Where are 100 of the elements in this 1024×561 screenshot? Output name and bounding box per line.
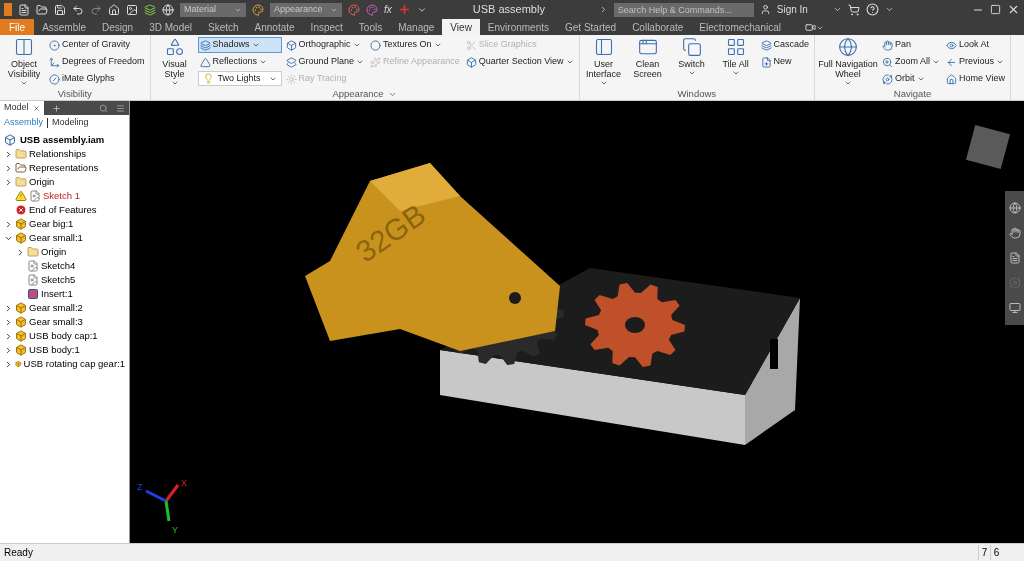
ribbon-button[interactable]: Orthographic — [283, 37, 367, 53]
close-icon[interactable] — [32, 104, 40, 112]
ribbon-button[interactable]: Reflections — [197, 54, 282, 70]
ribbon-tab[interactable]: Sketch — [200, 19, 247, 35]
browser-tab[interactable]: Model — [0, 101, 44, 115]
ribbon-button[interactable]: Shadows — [197, 37, 282, 53]
monitor-icon[interactable] — [1008, 302, 1021, 315]
caret-icon[interactable] — [884, 5, 894, 14]
tree-item[interactable]: Representations — [29, 160, 99, 176]
expand-icon[interactable] — [4, 163, 13, 173]
expand-icon[interactable] — [4, 331, 13, 341]
ribbon-button[interactable]: Full Navigation Wheel — [818, 37, 879, 87]
ribbon-tab[interactable]: Annotate — [246, 19, 303, 35]
tree-item[interactable]: USB rotating cap gear:1 — [23, 356, 125, 372]
ribbon-button[interactable]: Quarter Section View — [463, 54, 576, 70]
help-icon[interactable] — [865, 3, 879, 16]
ribbon-tab[interactable]: Get Started — [557, 19, 625, 35]
ribbon-tab[interactable]: Design — [94, 19, 142, 35]
expand-icon[interactable] — [4, 359, 13, 369]
insert-icon — [27, 288, 39, 300]
lights-dropdown[interactable]: Two Lights — [197, 71, 282, 86]
palette-icon[interactable] — [348, 3, 360, 16]
sign-in-link[interactable]: Sign In — [776, 2, 827, 17]
close-icon[interactable] — [1007, 3, 1020, 16]
ribbon-button[interactable]: Zoom All — [880, 54, 943, 70]
ribbon-tab[interactable]: Collaborate — [624, 19, 692, 35]
tree-item[interactable]: Gear big:1 — [29, 216, 74, 232]
expand-icon[interactable] — [4, 177, 13, 187]
expand-icon[interactable] — [4, 149, 13, 159]
redo-icon[interactable] — [90, 3, 102, 16]
ribbon-button[interactable]: Orbit — [880, 71, 943, 87]
ribbon-tab[interactable]: Electromechanical — [691, 19, 789, 35]
ribbon-button[interactable]: Object Visibility — [3, 37, 45, 87]
image-icon[interactable] — [126, 3, 138, 16]
hand-icon[interactable] — [1008, 226, 1021, 239]
undo-icon[interactable] — [72, 3, 84, 16]
tree-item[interactable]: USB body:1 — [29, 342, 80, 358]
maximize-icon[interactable] — [990, 4, 1001, 15]
expand-icon[interactable] — [4, 219, 13, 229]
tree-item[interactable]: Origin — [29, 174, 55, 190]
tree-item[interactable]: End of Features — [29, 202, 97, 218]
ribbon-button[interactable]: Look At — [944, 37, 1007, 53]
home-icon[interactable] — [108, 3, 120, 16]
tree-item[interactable]: Sketch 1 — [43, 188, 80, 204]
ribbon-tab[interactable]: Tools — [350, 19, 391, 35]
layers-icon[interactable] — [144, 3, 156, 16]
tree-item[interactable]: Gear small:3 — [29, 314, 83, 330]
cart-icon[interactable] — [847, 3, 860, 16]
expand-icon[interactable] — [4, 345, 13, 355]
ribbon-tab[interactable]: Inspect — [302, 19, 351, 35]
ribbon-button[interactable]: Previous — [944, 54, 1007, 70]
palette-icon[interactable] — [366, 3, 378, 16]
palette-icon[interactable] — [252, 3, 264, 16]
tree-item[interactable]: Insert:1 — [41, 286, 73, 302]
ribbon-tab[interactable]: Manage — [390, 19, 443, 35]
menu-icon[interactable] — [116, 103, 125, 113]
save-icon[interactable] — [54, 3, 66, 16]
expand-icon[interactable] — [16, 247, 25, 257]
mode-tab[interactable]: Modeling — [52, 116, 89, 130]
ribbon-button[interactable]: Visual Style — [153, 37, 196, 87]
ribbon-button[interactable]: Ground Plane — [283, 54, 367, 70]
ribbon-button[interactable]: Cascade — [758, 37, 812, 53]
ribbon-button[interactable]: Switch — [670, 37, 713, 77]
ribbon-tab[interactable]: 3D Model — [141, 19, 200, 35]
search-field[interactable]: Search Help & Commands... — [613, 2, 754, 17]
expand-icon[interactable] — [4, 317, 13, 327]
ribbon-tab[interactable]: View — [442, 19, 480, 35]
tree-root[interactable]: USB assembly.iam — [20, 132, 105, 148]
ribbon-button[interactable]: Clean Screen — [626, 37, 669, 79]
globe-icon[interactable] — [162, 3, 174, 16]
ribbon-button[interactable]: Textures On — [368, 37, 462, 53]
ribbon-button[interactable]: New — [758, 54, 812, 70]
plus-icon[interactable] — [397, 3, 411, 16]
ribbon-tab[interactable]: Environments — [479, 19, 557, 35]
ribbon-button[interactable]: iMate Glyphs — [47, 71, 147, 87]
function-button[interactable]: fx — [384, 2, 392, 17]
tree-item[interactable]: Relationships — [29, 146, 87, 162]
new-file-icon[interactable] — [18, 3, 30, 16]
expand-icon[interactable] — [4, 303, 13, 313]
ribbon-button[interactable]: Degrees of Freedom — [47, 54, 147, 70]
wheel-icon[interactable] — [1008, 201, 1021, 214]
ribbon-tab[interactable]: Assemble — [34, 19, 95, 35]
ribbon-button[interactable]: User Interface — [582, 37, 625, 87]
search-icon[interactable] — [99, 103, 108, 113]
tree-item[interactable]: Sketch4 — [41, 258, 76, 274]
ribbon-button[interactable]: Tile All — [714, 37, 757, 77]
open-icon[interactable] — [36, 3, 48, 16]
mode-tab[interactable]: Assembly — [4, 116, 43, 130]
tree-item[interactable]: Origin — [41, 244, 67, 260]
ribbon-button[interactable]: Home View — [944, 71, 1007, 87]
caret-icon[interactable] — [816, 24, 824, 32]
tree-item[interactable]: Gear small:1 — [29, 230, 83, 246]
document-icon[interactable] — [1008, 251, 1021, 264]
ribbon-button[interactable]: Pan — [880, 37, 943, 53]
camera-icon[interactable] — [805, 22, 816, 33]
tree-item[interactable]: Sketch5 — [41, 272, 76, 288]
add-tab-icon[interactable] — [51, 103, 61, 113]
tree-item[interactable]: Gear small:2 — [29, 300, 83, 316]
ribbon-button[interactable]: Center of Gravity — [47, 37, 147, 53]
tree-item[interactable]: USB body cap:1 — [29, 328, 98, 344]
